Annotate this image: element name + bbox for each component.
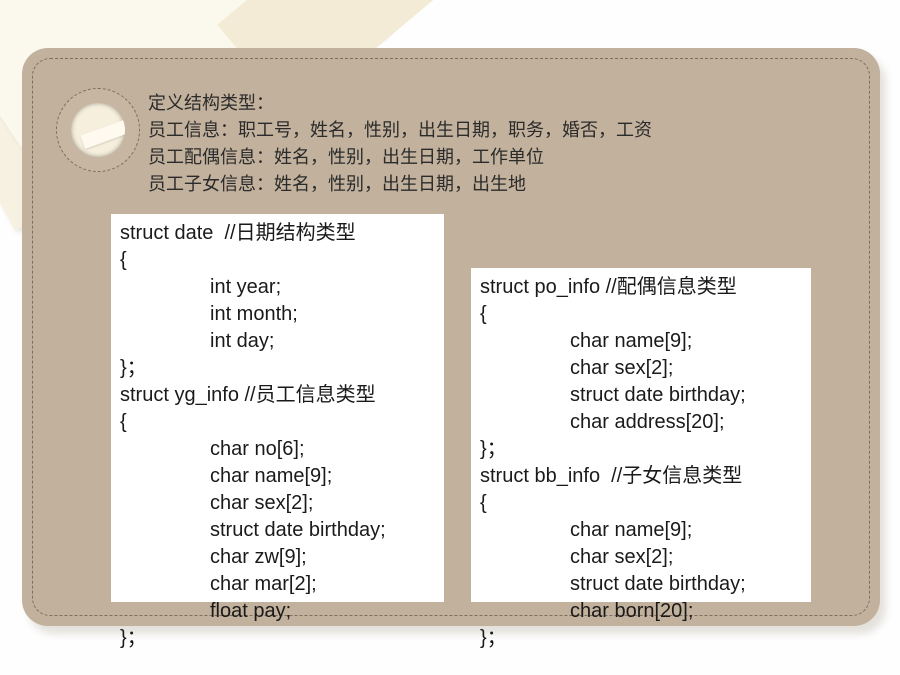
- code-line: struct bb_info //子女信息类型: [480, 465, 743, 487]
- grommet-hole-icon: [56, 88, 140, 172]
- code-line: }；: [120, 627, 147, 649]
- code-line: char born[20];: [570, 600, 694, 622]
- code-line: struct date birthday;: [570, 384, 746, 406]
- code-line: char name[9];: [570, 330, 693, 352]
- code-line: }；: [480, 627, 507, 649]
- code-block-right: struct po_info //配偶信息类型 { char name[9]; …: [471, 268, 811, 649]
- code-line: {: [480, 492, 487, 514]
- content-card: 定义结构类型： 员工信息：职工号，姓名，性别，出生日期，职务，婚否，工资 员工配…: [22, 48, 880, 649]
- code-line: struct yg_info //员工信息类型: [120, 384, 376, 406]
- intro-line-employee: 员工信息：职工号，姓名，性别，出生日期，职务，婚否，工资: [148, 120, 652, 141]
- code-line: char zw[9];: [210, 546, 307, 568]
- code-line: {: [120, 249, 127, 271]
- code-line: float pay;: [210, 600, 292, 622]
- code-listing-left: struct date //日期结构类型 { int year; int mon…: [120, 220, 386, 652]
- code-line: char no[6];: [210, 438, 305, 460]
- code-line: struct date //日期结构类型: [120, 222, 356, 244]
- code-line: }；: [480, 438, 507, 460]
- code-block-left: struct date //日期结构类型 { int year; int mon…: [111, 214, 444, 649]
- code-line: struct po_info //配偶信息类型: [480, 276, 737, 298]
- code-line: char address[20];: [570, 411, 725, 433]
- code-line: }；: [120, 357, 147, 379]
- grommet-ribbon: [80, 115, 125, 149]
- grommet-inner: [71, 103, 125, 157]
- code-line: int month;: [210, 303, 298, 325]
- code-line: char sex[2];: [570, 357, 674, 379]
- code-line: {: [120, 411, 127, 433]
- code-line: {: [480, 303, 487, 325]
- code-line: struct date birthday;: [210, 519, 386, 541]
- code-line: char name[9];: [210, 465, 333, 487]
- code-line: char mar[2];: [210, 573, 317, 595]
- code-line: char sex[2];: [210, 492, 314, 514]
- code-line: char sex[2];: [570, 546, 674, 568]
- intro-line-spouse: 员工配偶信息：姓名，性别，出生日期，工作单位: [148, 147, 544, 168]
- code-line: int day;: [210, 330, 275, 352]
- code-line: char name[9];: [570, 519, 693, 541]
- intro-text: 定义结构类型： 员工信息：职工号，姓名，性别，出生日期，职务，婚否，工资 员工配…: [148, 90, 652, 198]
- code-line: int year;: [210, 276, 282, 298]
- intro-line-children: 员工子女信息：姓名，性别，出生日期，出生地: [148, 174, 526, 195]
- code-line: struct date birthday;: [570, 573, 746, 595]
- code-listing-right: struct po_info //配偶信息类型 { char name[9]; …: [480, 274, 746, 652]
- intro-heading: 定义结构类型：: [148, 93, 274, 114]
